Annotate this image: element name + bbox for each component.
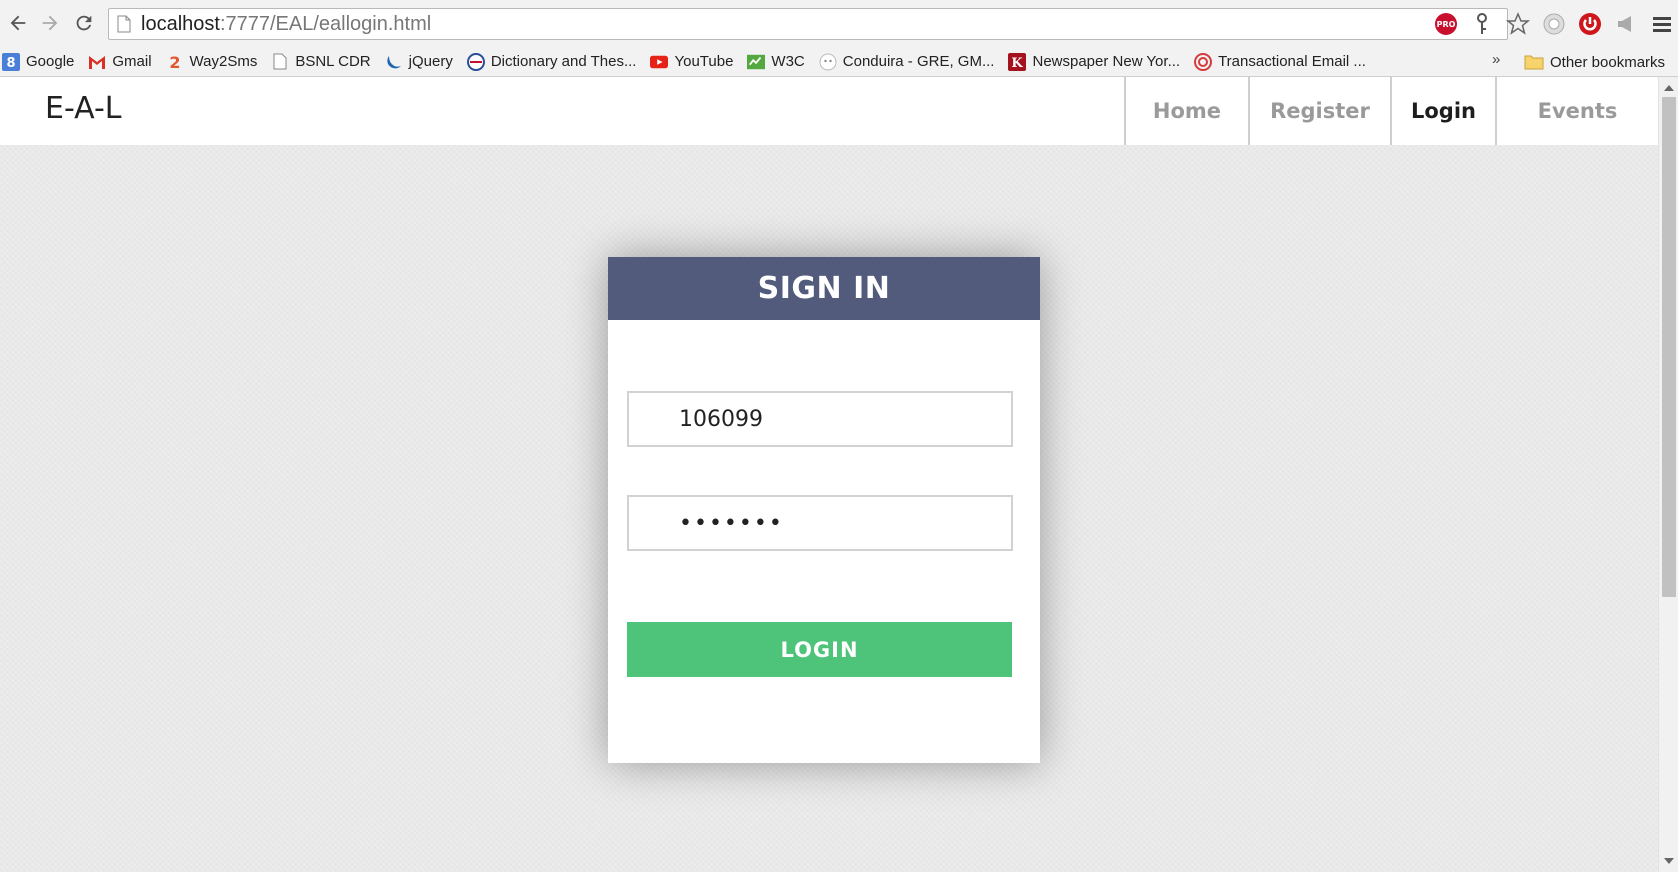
announce-extension-button[interactable] (1612, 10, 1640, 38)
svg-text:8: 8 (6, 56, 15, 71)
page-icon (117, 15, 131, 33)
browser-toolbar: localhost:7777/EAL/eallogin.html PRO (0, 0, 1678, 47)
bookmark-star-button[interactable] (1504, 10, 1532, 38)
url-path: :7777/EAL/eallogin.html (219, 12, 432, 35)
url-host: localhost (141, 12, 220, 35)
bookmark-dictionary[interactable]: Dictionary and Thes... (466, 49, 637, 75)
bookmark-transactional-email[interactable]: Transactional Email ... (1194, 49, 1366, 75)
bookmark-label: Dictionary and Thes... (490, 53, 637, 70)
bookmark-bsnl-cdr[interactable]: BSNL CDR (271, 49, 371, 75)
bookmark-w3c[interactable]: W3C (747, 49, 805, 75)
circle-extension-button[interactable] (1540, 10, 1568, 38)
key-extension-button[interactable] (1468, 10, 1496, 38)
bookmark-label: Way2Sms (189, 53, 258, 70)
bookmark-label: YouTube (674, 53, 734, 70)
site-brand[interactable]: E-A-L (45, 91, 122, 126)
password-input[interactable] (627, 495, 1013, 551)
other-bookmarks-folder[interactable]: Other bookmarks (1524, 49, 1665, 75)
megaphone-icon (1618, 16, 1631, 32)
forward-button[interactable] (32, 5, 68, 41)
jquery-icon (385, 53, 403, 71)
circle-extension-icon (1543, 13, 1565, 35)
bookmark-gmail[interactable]: Gmail (88, 49, 152, 75)
pro-extension-button[interactable]: PRO (1432, 10, 1460, 38)
conduira-icon (819, 53, 837, 71)
forward-arrow-icon (42, 15, 58, 31)
way2sms-icon: 2 (166, 53, 184, 71)
bookmark-google[interactable]: 8 Google (2, 49, 74, 75)
nav-register[interactable]: Register (1248, 77, 1390, 145)
svg-text:2: 2 (169, 53, 180, 71)
hamburger-menu-icon (1653, 17, 1671, 32)
bookmark-way2sms[interactable]: 2 Way2Sms (166, 49, 258, 75)
bookmark-label: Transactional Email ... (1218, 53, 1366, 70)
reload-icon (76, 15, 92, 31)
gmail-icon (88, 53, 106, 71)
address-bar[interactable]: localhost:7777/EAL/eallogin.html (108, 8, 1508, 40)
login-button[interactable]: LOGIN (627, 622, 1012, 677)
scroll-down-arrow-icon[interactable] (1664, 858, 1674, 864)
signin-card: SIGN IN LOGIN (608, 257, 1040, 763)
bookmark-label: Gmail (112, 53, 152, 70)
w3c-icon (747, 53, 766, 71)
power-icon (1579, 13, 1601, 35)
site-header: E-A-L Home Register Login Events (0, 77, 1658, 145)
bookmark-label: Newspaper New Yor... (1032, 53, 1181, 70)
signin-title: SIGN IN (608, 257, 1040, 320)
back-button[interactable] (0, 5, 36, 41)
adblock-extension-button[interactable] (1576, 10, 1604, 38)
chrome-menu-button[interactable] (1648, 10, 1676, 38)
site-nav: Home Register Login Events (1124, 77, 1658, 145)
bookmark-youtube[interactable]: YouTube (650, 49, 733, 75)
page-icon (271, 53, 289, 71)
star-icon (1506, 12, 1530, 35)
bookmark-jquery[interactable]: jQuery (385, 49, 453, 75)
page-viewport: E-A-L Home Register Login Events SIGN IN… (0, 77, 1658, 872)
nav-home[interactable]: Home (1124, 77, 1248, 145)
bookmark-label: BSNL CDR (295, 53, 371, 70)
other-bookmarks-label: Other bookmarks (1550, 53, 1666, 71)
bookmark-label: jQuery (408, 53, 453, 70)
newspaper-icon: K (1008, 52, 1027, 71)
page-scrollbar[interactable] (1658, 77, 1678, 872)
svg-text:PRO: PRO (1437, 20, 1456, 29)
svg-text:K: K (1012, 56, 1024, 71)
key-icon (1477, 13, 1487, 34)
bookmark-conduira[interactable]: Conduira - GRE, GM... (819, 49, 995, 75)
dictionary-icon (466, 52, 485, 71)
pro-badge-icon: PRO (1435, 13, 1457, 35)
nav-login[interactable]: Login (1390, 77, 1495, 145)
extension-icons: PRO (1432, 8, 1676, 40)
scroll-up-arrow-icon[interactable] (1664, 85, 1674, 91)
bookmarks-overflow-button[interactable]: » (1492, 51, 1500, 68)
nav-events[interactable]: Events (1495, 77, 1658, 145)
username-input[interactable] (627, 391, 1013, 447)
youtube-icon (650, 53, 669, 71)
bookmark-label: Google (26, 53, 75, 70)
bookmarks-bar: 8 Google Gmail 2 Way2Sms BSNL CDR jQuery… (0, 47, 1678, 77)
folder-icon (1524, 54, 1544, 70)
scroll-thumb[interactable] (1662, 97, 1676, 597)
reload-button[interactable] (66, 5, 102, 41)
back-arrow-icon (10, 15, 26, 31)
google-icon: 8 (2, 52, 20, 71)
bookmark-label: W3C (771, 53, 805, 70)
bookmark-label: Conduira - GRE, GM... (842, 53, 995, 70)
email-target-icon (1194, 52, 1213, 71)
bookmark-newspaper[interactable]: K Newspaper New Yor... (1008, 49, 1180, 75)
